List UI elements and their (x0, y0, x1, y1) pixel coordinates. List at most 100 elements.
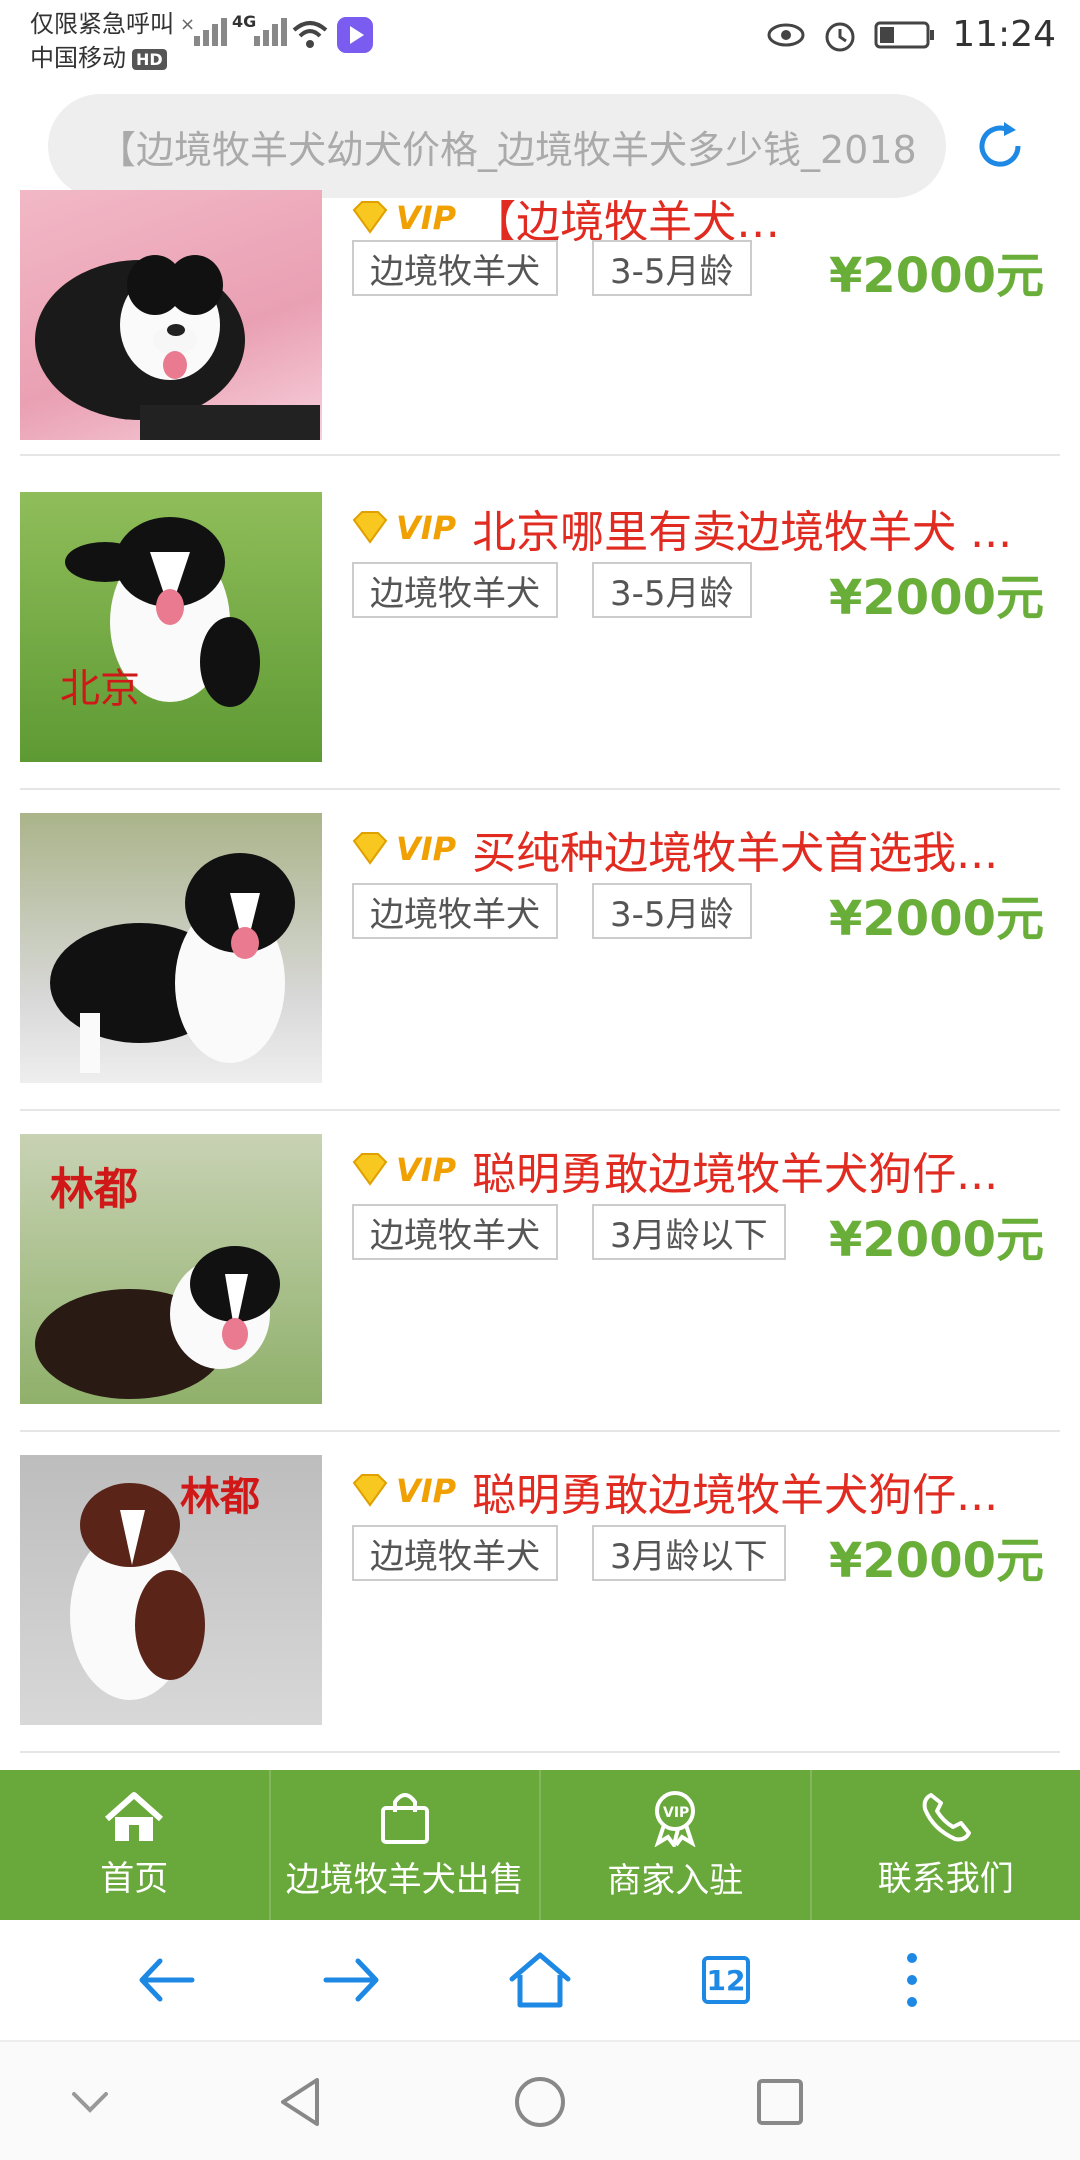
puppy-photo: 北京 (20, 492, 322, 762)
listing-title[interactable]: VIP 聪明勇敢边境牧羊犬狗仔... (348, 1459, 998, 1523)
diamond-icon (352, 1153, 388, 1186)
system-nav-bar (0, 2042, 1080, 2160)
divider (20, 788, 1060, 790)
browser-home-button[interactable] (500, 1942, 580, 2018)
vip-badge: VIP (348, 509, 456, 547)
nav-recents-button[interactable] (750, 2072, 810, 2132)
listing-title-text: 聪明勇敢边境牧羊犬狗仔... (472, 1470, 999, 1521)
diamond-icon (352, 832, 388, 865)
list-item[interactable]: VIP 【边境牧羊犬… 边境牧羊犬 3-5月龄 ¥2000元 (0, 190, 1080, 522)
svg-text:林都: 林都 (180, 1473, 260, 1520)
breed-tag: 边境牧羊犬 (352, 1525, 558, 1581)
tab-count: 12 (702, 1956, 750, 2004)
svg-text:北京: 北京 (60, 666, 140, 712)
price: ¥2000元 (829, 891, 1044, 947)
svg-text:VIP: VIP (663, 1805, 689, 1821)
nav-home-button[interactable] (510, 2072, 570, 2132)
nav-contact[interactable]: 联系我们 (812, 1770, 1080, 1920)
battery-icon (874, 21, 935, 48)
back-triangle-icon (281, 2078, 319, 2126)
puppy-image-3 (50, 853, 295, 1073)
hd-badge: HD (132, 48, 167, 70)
arrow-left-icon (139, 1958, 195, 2002)
home-circle-icon (515, 2077, 565, 2127)
list-item[interactable]: 林都 VIP 聪明勇敢边境牧羊犬狗仔... 边境牧羊犬 3月龄以下 ¥2000元 (0, 1455, 1080, 1777)
svg-text:林都: 林都 (50, 1164, 138, 1215)
puppy-photo: 林都 (20, 1455, 322, 1725)
breed-tag: 边境牧羊犬 (352, 562, 558, 618)
site-bottom-nav: 首页 边境牧羊犬出售 VIP 商家入驻 联系我们 (0, 1770, 1080, 1920)
listing-title[interactable]: VIP 买纯种边境牧羊犬首选我... (348, 817, 998, 881)
nav-merchant[interactable]: VIP 商家入驻 (541, 1770, 812, 1920)
house-icon (509, 1952, 571, 2008)
vip-badge: VIP (348, 199, 456, 237)
divider (20, 454, 1060, 456)
browser-toolbar: 12 (0, 1920, 1080, 2042)
diamond-icon (352, 201, 388, 234)
price: ¥2000元 (829, 1212, 1044, 1268)
network-type: 4G (232, 12, 257, 31)
clock: 11:24 (952, 14, 1056, 55)
nav-home-label: 首页 (100, 1858, 169, 1899)
home-icon (105, 1791, 164, 1841)
nav-merchant-label: 商家入驻 (607, 1860, 744, 1901)
vip-badge: VIP (348, 1151, 456, 1189)
shopping-bag-icon (380, 1792, 429, 1844)
puppy-image-1 (35, 255, 320, 440)
chevron-down-icon (72, 2092, 108, 2113)
age-tag: 3-5月龄 (592, 562, 752, 618)
carrier-name: 中国移动 HD (30, 38, 167, 73)
nav-home[interactable]: 首页 (0, 1770, 271, 1920)
phone-icon (922, 1792, 971, 1841)
tabs-button[interactable]: 12 (686, 1942, 766, 2018)
back-button[interactable] (126, 1942, 206, 2018)
vip-label: VIP (396, 1151, 457, 1189)
menu-button[interactable] (872, 1942, 952, 2018)
app-icon (337, 17, 373, 53)
puppy-photo: 林都 (20, 1134, 322, 1404)
vip-label: VIP (396, 509, 457, 547)
nav-sale[interactable]: 边境牧羊犬出售 (271, 1770, 541, 1920)
wifi-icon (292, 21, 328, 48)
carrier-emergency-text: 仅限紧急呼叫 (30, 10, 174, 38)
diamond-icon (352, 511, 388, 544)
puppy-photo (20, 190, 322, 440)
listing-title[interactable]: VIP 聪明勇敢边境牧羊犬狗仔... (348, 1138, 998, 1202)
signal-4g-icon: 4G (232, 12, 290, 46)
status-right-icons: 11:24 (766, 14, 1056, 55)
breed-tag: 边境牧羊犬 (352, 883, 558, 939)
recents-square-icon (757, 2079, 803, 2125)
listing-title-text: 聪明勇敢边境牧羊犬狗仔... (472, 1149, 999, 1200)
price: ¥2000元 (829, 570, 1044, 626)
diamond-icon (352, 1474, 388, 1507)
puppy-image-5: 林都 (70, 1473, 260, 1700)
collapse-button[interactable] (60, 2072, 120, 2132)
eye-icon (767, 23, 805, 46)
arrow-right-icon (323, 1958, 379, 2002)
divider (20, 1430, 1060, 1432)
puppy-image-4: 林都 (35, 1164, 280, 1399)
divider (20, 1751, 1060, 1753)
age-tag: 3月龄以下 (592, 1204, 786, 1260)
listing-title[interactable]: VIP 北京哪里有卖边境牧羊犬 ... (348, 496, 1012, 560)
list-item[interactable]: VIP 买纯种边境牧羊犬首选我... 边境牧羊犬 3-5月龄 ¥2000元 (0, 813, 1080, 1135)
breed-tag: 边境牧羊犬 (352, 1204, 558, 1260)
age-tag: 3月龄以下 (592, 1525, 786, 1581)
signal-icon: × (180, 14, 230, 46)
vip-badge: VIP (348, 830, 456, 868)
search-input[interactable]: 【边境牧羊犬幼犬价格_边境牧羊犬多少钱_2018 (48, 94, 946, 198)
vip-label: VIP (396, 1472, 457, 1510)
list-item[interactable]: 北京 VIP 北京哪里有卖边境牧羊犬 ... 边境牧羊犬 3-5月龄 ¥2000… (0, 492, 1080, 814)
refresh-icon[interactable] (972, 118, 1028, 174)
status-bar: 仅限紧急呼叫 中国移动 HD × 4G 11:24 (0, 0, 1080, 80)
listing-title-text: 北京哪里有卖边境牧羊犬 ... (472, 507, 1013, 558)
age-tag: 3-5月龄 (592, 883, 752, 939)
nav-back-button[interactable] (270, 2072, 330, 2132)
nav-sale-label: 边境牧羊犬出售 (285, 1859, 524, 1900)
nav-contact-label: 联系我们 (877, 1858, 1014, 1899)
list-item[interactable]: 林都 VIP 聪明勇敢边境牧羊犬狗仔... 边境牧羊犬 3月龄以下 ¥2000元 (0, 1134, 1080, 1456)
price: ¥2000元 (829, 1533, 1044, 1589)
breed-tag: 边境牧羊犬 (352, 240, 558, 296)
carrier-label: 中国移动 (30, 44, 126, 72)
forward-button[interactable] (312, 1942, 392, 2018)
